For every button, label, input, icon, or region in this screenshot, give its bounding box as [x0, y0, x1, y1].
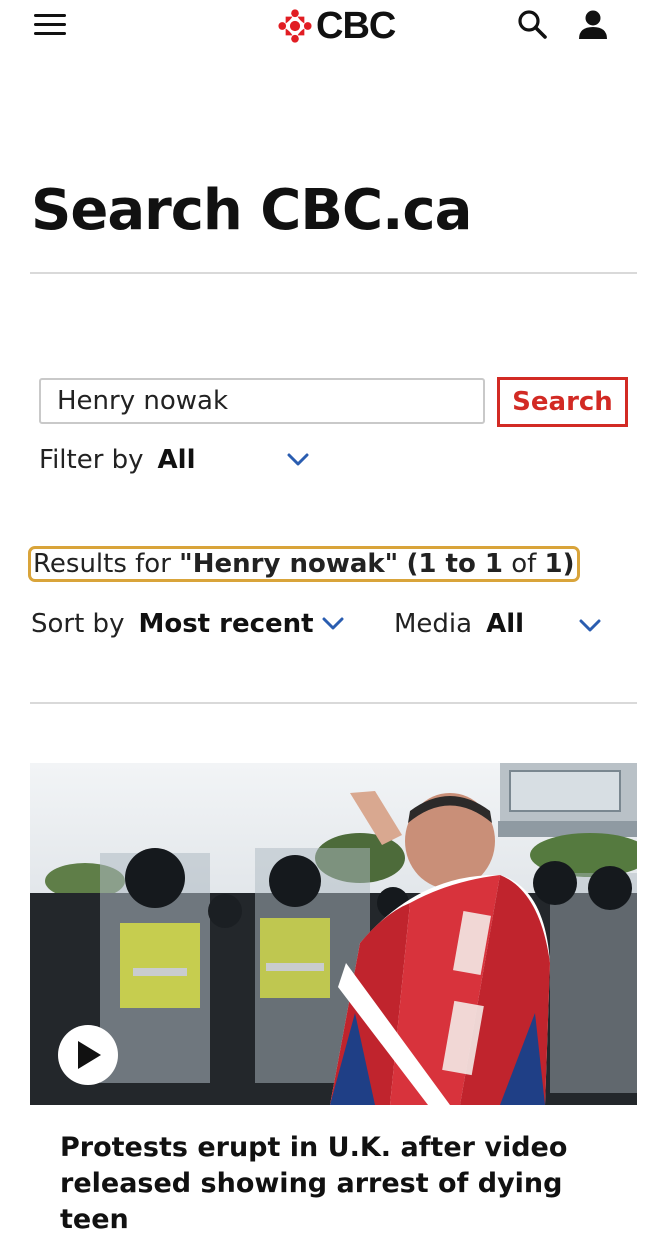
filter-selected-value: All — [157, 445, 196, 475]
article-thumbnail-image[interactable] — [30, 763, 637, 1105]
results-total: 1) — [544, 549, 575, 579]
search-button[interactable]: Search — [497, 377, 628, 427]
sort-by-dropdown[interactable]: Sort by Most recent — [31, 606, 344, 642]
search-input[interactable] — [39, 378, 485, 424]
play-video-button[interactable] — [58, 1025, 118, 1085]
results-summary: Results for "Henry nowak" (1 to 1 of 1) — [28, 546, 580, 582]
search-icon[interactable] — [516, 8, 550, 42]
sort-chevron-down-icon — [322, 617, 344, 630]
results-divider — [30, 702, 637, 704]
media-dropdown[interactable]: Media All — [394, 606, 524, 642]
top-navigation-bar: CBC — [0, 0, 667, 60]
play-icon — [78, 1041, 101, 1069]
sort-selected-value: Most recent — [138, 609, 314, 639]
protest-scene-image — [30, 763, 637, 1105]
results-prefix: Results for — [33, 549, 180, 579]
filter-chevron-down-icon[interactable] — [287, 453, 309, 467]
hamburger-menu-icon[interactable] — [34, 12, 66, 38]
article-headline-link[interactable]: Protests erupt in U.K. after video relea… — [60, 1130, 620, 1238]
account-icon[interactable] — [576, 8, 610, 42]
media-selected-value: All — [486, 609, 525, 639]
results-range: (1 to 1 — [406, 549, 503, 579]
title-divider — [30, 272, 637, 274]
media-chevron-down-icon[interactable] — [579, 619, 601, 633]
page-title: Search CBC.ca — [31, 178, 472, 243]
filter-by-dropdown[interactable]: Filter by All — [39, 442, 196, 478]
results-of: of — [502, 549, 545, 579]
sort-label: Sort by — [31, 609, 125, 639]
media-label: Media — [394, 609, 473, 639]
filter-label: Filter by — [39, 445, 144, 475]
cbc-logo[interactable]: CBC — [278, 5, 396, 47]
cbc-gem-icon — [278, 9, 312, 43]
results-query: "Henry nowak" — [179, 549, 399, 579]
logo-text: CBC — [316, 5, 396, 47]
